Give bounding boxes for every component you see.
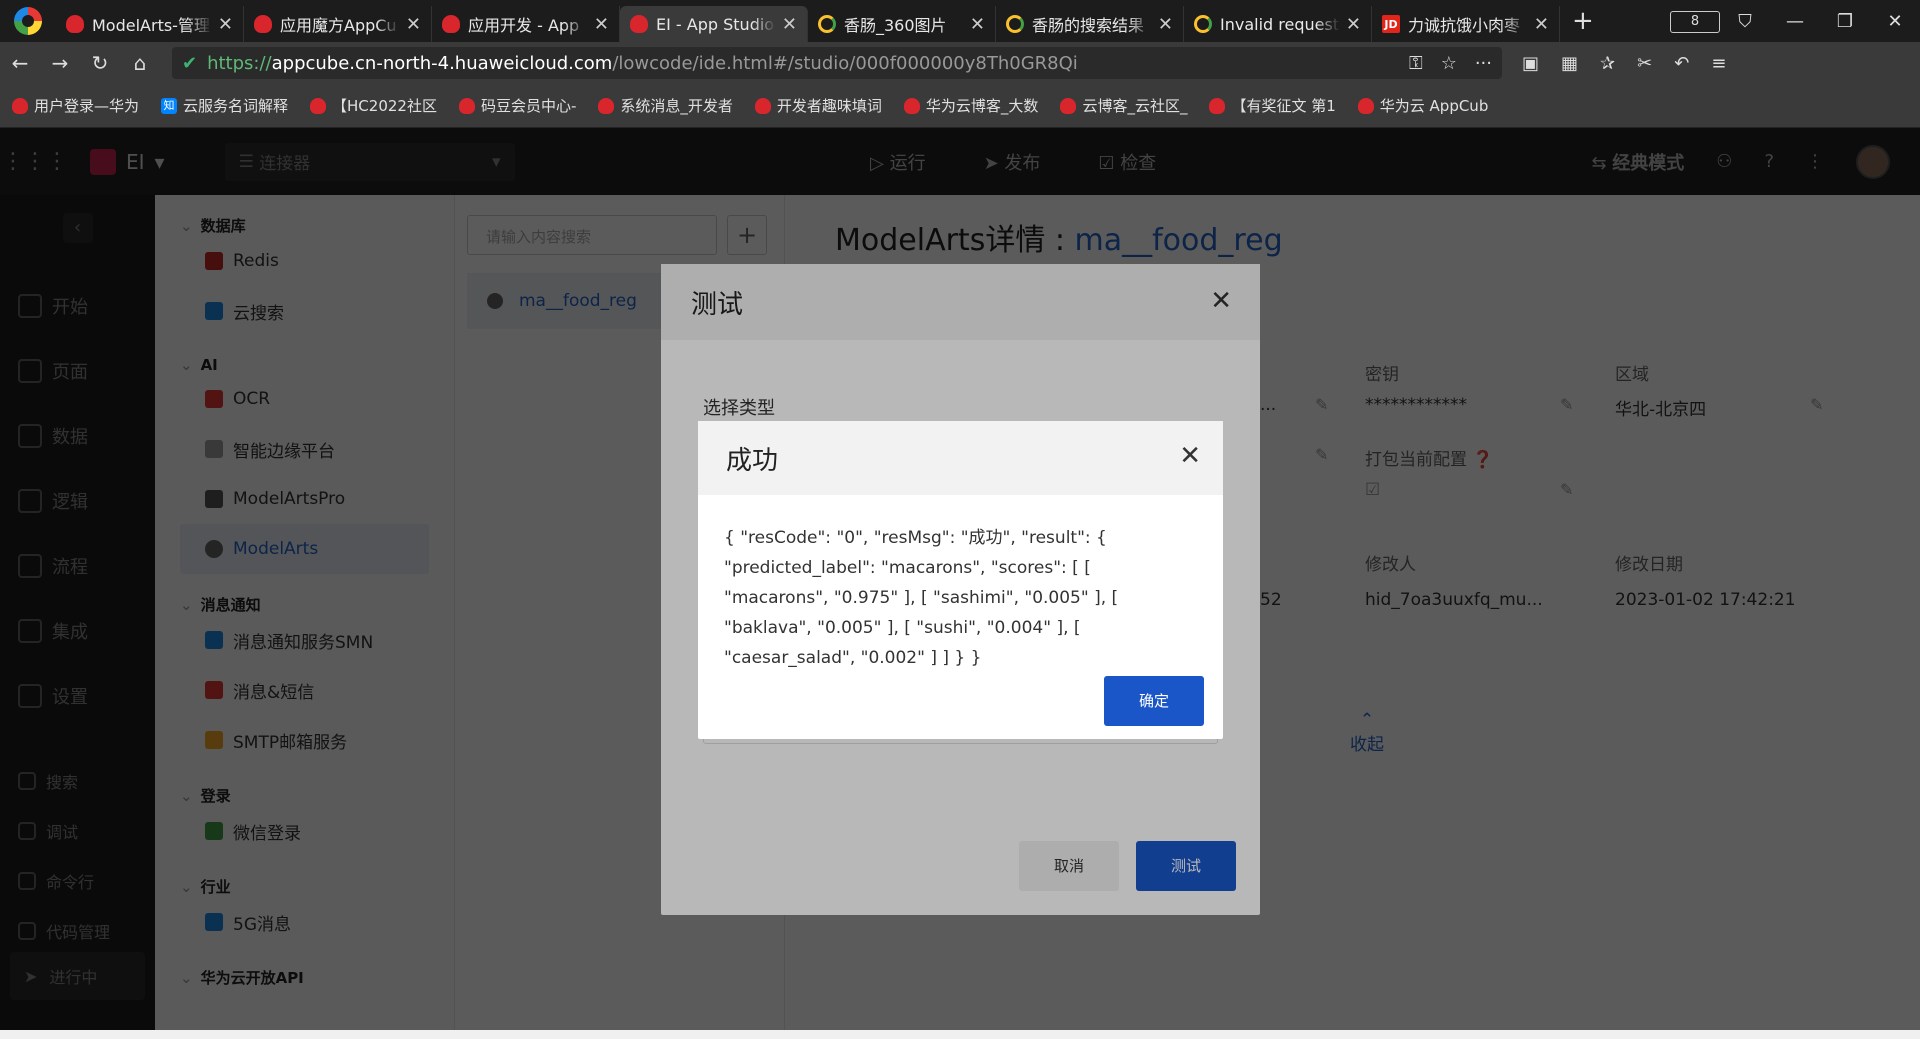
huawei-icon <box>310 97 327 114</box>
browser-logo-icon[interactable] <box>0 0 56 42</box>
huawei-icon <box>1060 97 1077 114</box>
toolbar-right: ▣ ▦ ✰ ✂ ↶ ≡ <box>1522 53 1726 74</box>
address-bar[interactable]: ✔ https://appcube.cn-north-4.huaweicloud… <box>172 47 1502 79</box>
search-icon <box>1194 15 1212 33</box>
address-actions: ⚿ ☆ ··· <box>1409 53 1492 74</box>
success-dialog: 成功 ✕ { "resCode": "0", "resMsg": "成功", "… <box>698 421 1223 739</box>
minimize-button[interactable]: — <box>1770 11 1820 32</box>
close-icon[interactable]: ✕ <box>1179 441 1201 471</box>
browser-tab[interactable]: JD 力诚抗饿小肉枣 ✕ <box>1372 6 1560 42</box>
close-tab-icon[interactable]: ✕ <box>970 14 985 35</box>
bookmark[interactable]: 用户登录—华为 <box>12 95 139 116</box>
reload-icon[interactable]: ↻ <box>80 51 120 75</box>
bookmark[interactable]: 【有奖征文 第1 <box>1209 95 1336 116</box>
browser-tab[interactable]: 香肠_360图片 ✕ <box>808 6 996 42</box>
zhihu-icon: 知 <box>161 97 178 114</box>
forward-icon[interactable]: → <box>40 51 80 75</box>
browser-tab[interactable]: ModelArts-管理 ✕ <box>56 6 244 42</box>
scissors-icon[interactable]: ✂ <box>1637 53 1652 74</box>
browser-tab[interactable]: 应用开发 - App ✕ <box>432 6 620 42</box>
huawei-icon <box>754 97 771 114</box>
huawei-icon <box>12 97 28 114</box>
browser-tab[interactable]: Invalid request ✕ <box>1184 6 1372 42</box>
huawei-icon <box>1357 97 1374 114</box>
bookmark[interactable]: 码豆会员中心- <box>458 95 576 116</box>
search-icon <box>818 15 836 33</box>
reader-icon[interactable]: ▣ <box>1522 53 1539 74</box>
close-window-button[interactable]: ✕ <box>1870 11 1920 32</box>
close-tab-icon[interactable]: ✕ <box>218 14 233 35</box>
secure-shield-icon: ✔ <box>182 52 198 74</box>
bookmark[interactable]: 开发者趣味填词 <box>754 95 882 116</box>
bookmark[interactable]: 知云服务名词解释 <box>161 95 288 116</box>
browser-tab-active[interactable]: EI - App Studio ✕ <box>620 6 808 42</box>
status-strip <box>0 1030 1920 1039</box>
new-tab-button[interactable]: + <box>1572 6 1594 36</box>
menu-icon[interactable]: ≡ <box>1711 53 1726 74</box>
close-tab-icon[interactable]: ✕ <box>782 14 797 35</box>
huawei-icon <box>66 15 84 33</box>
browser-toolbar: ← → ↻ ⌂ ✔ https://appcube.cn-north-4.hua… <box>0 42 1920 84</box>
undo-icon[interactable]: ↶ <box>1674 53 1689 74</box>
home-icon[interactable]: ⌂ <box>120 51 160 75</box>
window-controls: 8 ⛉ — ❐ ✕ <box>1670 9 1920 33</box>
bookmarks-bar: 用户登录—华为 知云服务名词解释 【HC2022社区 码豆会员中心- 系统消息_… <box>0 84 1920 128</box>
huawei-icon <box>254 15 272 33</box>
response-body: { "resCode": "0", "resMsg": "成功", "resul… <box>724 528 1119 668</box>
search-icon <box>1006 15 1024 33</box>
browser-tab[interactable]: 应用魔方AppCu ✕ <box>244 6 432 42</box>
more-icon[interactable]: ··· <box>1475 53 1492 74</box>
bookmark[interactable]: 系统消息_开发者 <box>598 95 733 116</box>
favorites-icon[interactable]: ✰ <box>1600 53 1615 74</box>
huawei-icon <box>1209 97 1226 114</box>
confirm-button[interactable]: 确定 <box>1104 676 1204 726</box>
close-tab-icon[interactable]: ✕ <box>594 14 609 35</box>
star-icon[interactable]: ☆ <box>1441 53 1457 74</box>
huawei-icon <box>458 97 475 114</box>
bookmark[interactable]: 【HC2022社区 <box>310 95 437 116</box>
shirt-icon[interactable]: ⛉ <box>1720 11 1770 32</box>
tab-count[interactable]: 8 <box>1670 9 1720 33</box>
back-icon[interactable]: ← <box>0 51 40 75</box>
bookmark[interactable]: 华为云 AppCub <box>1357 95 1488 116</box>
close-tab-icon[interactable]: ✕ <box>1346 14 1361 35</box>
dialog-title: 成功 <box>698 421 1223 495</box>
close-tab-icon[interactable]: ✕ <box>1158 14 1173 35</box>
huawei-icon <box>442 15 460 33</box>
huawei-icon <box>598 97 615 114</box>
huawei-icon <box>903 97 920 114</box>
jd-icon: JD <box>1382 15 1400 33</box>
close-tab-icon[interactable]: ✕ <box>406 14 421 35</box>
browser-tab-bar: ModelArts-管理 ✕ 应用魔方AppCu ✕ 应用开发 - App ✕ EI … <box>0 0 1920 42</box>
restore-button[interactable]: ❐ <box>1820 11 1870 32</box>
browser-tab[interactable]: 香肠的搜索结果 ✕ <box>996 6 1184 42</box>
close-tab-icon[interactable]: ✕ <box>1534 14 1549 35</box>
bookmark[interactable]: 云博客_云社区_ <box>1060 95 1187 116</box>
huawei-icon <box>630 15 648 33</box>
key-icon[interactable]: ⚿ <box>1409 53 1423 74</box>
apps-icon[interactable]: ▦ <box>1561 53 1578 74</box>
bookmark[interactable]: 华为云博客_大数 <box>903 95 1038 116</box>
